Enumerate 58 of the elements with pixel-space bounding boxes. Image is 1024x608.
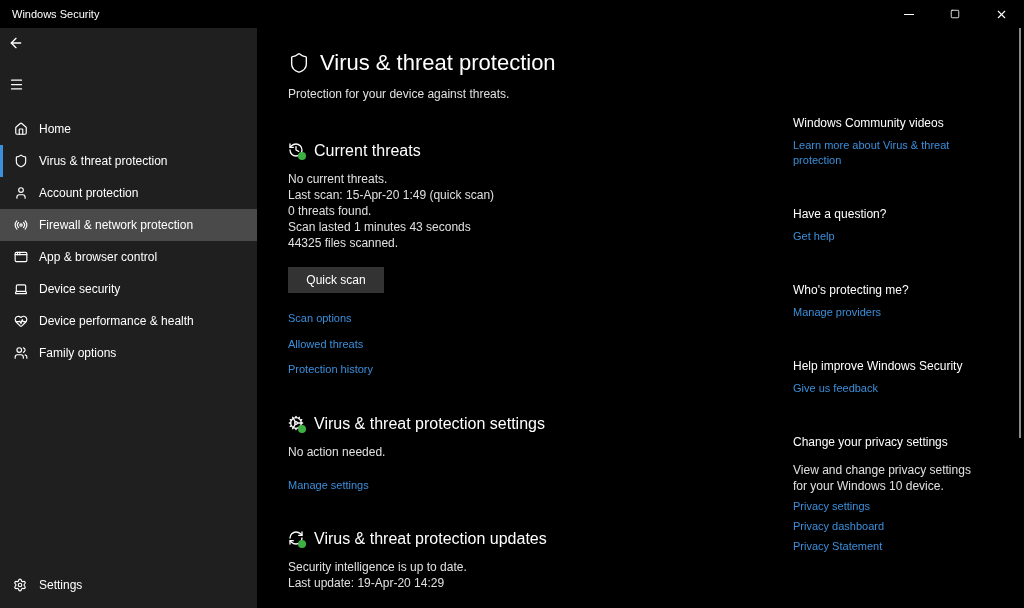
link[interactable]: Allowed threats: [288, 335, 793, 352]
shield-icon: [288, 51, 310, 74]
link[interactable]: Give us feedback: [793, 381, 993, 396]
status-text: Scan lasted 1 minutes 43 seconds: [288, 219, 472, 235]
section-title: Current threats: [314, 141, 421, 161]
link[interactable]: Protection history: [288, 361, 793, 378]
settings-nav-item[interactable]: Settings: [0, 569, 257, 601]
aside-heading: Windows Community videos: [793, 115, 945, 132]
home-icon: [14, 122, 28, 136]
maximize-icon: [950, 9, 960, 19]
link[interactable]: Privacy dashboard: [793, 519, 993, 534]
link[interactable]: Manage providers: [793, 305, 993, 320]
shield-icon: [14, 154, 28, 168]
menu-icon: [8, 76, 24, 92]
quick-scan-button[interactable]: Quick scan: [288, 267, 384, 293]
nav-item[interactable]: Device security: [0, 273, 257, 305]
nav-item[interactable]: Family options: [0, 337, 257, 369]
nav-item[interactable]: Device performance & health: [0, 305, 257, 337]
status-text: No action needed.: [288, 443, 387, 460]
nav-item[interactable]: Home: [0, 113, 257, 145]
status-text: Last update: 19-Apr-20 14:29: [288, 575, 446, 591]
status-text: No current threats.: [288, 171, 389, 187]
gears-check-icon: [288, 414, 306, 433]
antenna-icon: [14, 218, 28, 232]
nav-item[interactable]: Account protection: [0, 177, 257, 209]
status-text: 0 threats found.: [288, 203, 373, 219]
page-subtitle: Protection for your device against threats.: [288, 86, 511, 103]
nav-item[interactable]: Virus & threat protection: [0, 145, 257, 177]
link[interactable]: Scan options: [288, 310, 793, 327]
aside-heading: Have a question?: [793, 206, 888, 223]
status-text: Security intelligence is up to date.: [288, 559, 468, 575]
laptop-icon: [14, 282, 28, 296]
heart-icon: [14, 314, 28, 328]
page-title: Virus & threat protection: [320, 49, 556, 77]
settings-icon: [12, 578, 27, 592]
section-title: Virus & threat protection updates: [314, 529, 547, 549]
aside-heading: Who's protecting me?: [793, 282, 910, 299]
link[interactable]: Learn more about Virus & threat protection: [793, 138, 993, 168]
nav-item[interactable]: Firewall & network protection: [0, 209, 257, 241]
status-text: Last scan: 15-Apr-20 1:49 (quick scan): [288, 187, 496, 203]
aside-heading: Help improve Windows Security: [793, 358, 964, 375]
aside-heading: Change your privacy settings: [793, 434, 949, 451]
aside-text: View and change privacy settings for your Windows 10 device.: [793, 462, 972, 494]
people-icon: [14, 346, 28, 360]
link[interactable]: Privacy settings: [793, 499, 993, 514]
nav-item[interactable]: App & browser control: [0, 241, 257, 273]
scrollbar[interactable]: [1019, 28, 1021, 438]
link[interactable]: Privacy Statement: [793, 539, 993, 554]
person-icon: [14, 186, 28, 200]
status-text: 44325 files scanned.: [288, 235, 400, 251]
window-icon: [14, 250, 28, 264]
clock-check-icon: [288, 142, 306, 160]
minimize-icon: [904, 13, 914, 15]
link[interactable]: Manage settings: [288, 476, 793, 493]
refresh-check-icon: [288, 530, 306, 548]
link[interactable]: Get help: [793, 229, 993, 244]
window-title: Windows Security: [11, 6, 100, 22]
section-title: Virus & threat protection settings: [314, 413, 545, 434]
